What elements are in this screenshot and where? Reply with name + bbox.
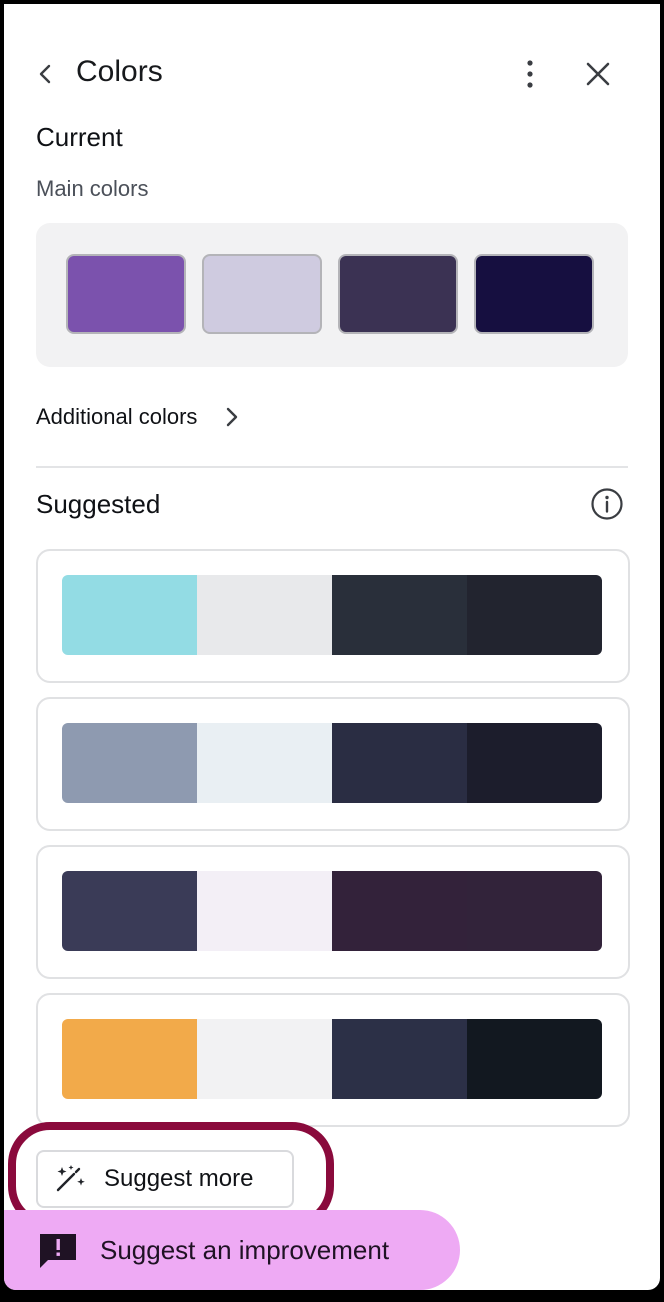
additional-colors-label: Additional colors (36, 404, 198, 429)
suggest-improvement-button[interactable]: Suggest an improvement (4, 1210, 460, 1290)
main-color-swatch-2[interactable] (202, 254, 322, 334)
info-icon (591, 488, 623, 520)
chevron-right-icon (227, 407, 238, 427)
main-colors-label: Main colors (36, 176, 149, 201)
suggested-palette-4 (62, 1019, 602, 1099)
palette-color (332, 575, 467, 655)
suggested-palette-card-3[interactable] (36, 845, 630, 979)
palette-color (197, 1019, 332, 1099)
main-color-swatch-4[interactable] (474, 254, 594, 334)
suggest-improvement-label: Suggest an improvement (100, 1234, 390, 1265)
palette-color (62, 871, 197, 951)
back-button[interactable] (28, 54, 62, 94)
additional-colors-link[interactable]: Additional colors (36, 400, 239, 434)
chevron-left-icon (39, 64, 51, 84)
page-title: Colors (76, 55, 163, 88)
palette-color (332, 871, 467, 951)
suggested-palette-1 (62, 575, 602, 655)
suggested-palette-card-4[interactable] (36, 993, 630, 1127)
suggested-palette-3 (62, 871, 602, 951)
feedback-icon (40, 1234, 76, 1268)
main-color-swatch-1[interactable] (66, 254, 186, 334)
palette-color (62, 1019, 197, 1099)
palette-color (197, 723, 332, 803)
suggested-palette-card-1[interactable] (36, 549, 630, 683)
current-heading: Current (36, 122, 123, 152)
palette-color (467, 575, 602, 655)
palette-color (467, 723, 602, 803)
magic-wand-icon (56, 1165, 85, 1192)
more-vertical-icon (527, 60, 533, 88)
palette-color (467, 871, 602, 951)
palette-color (197, 575, 332, 655)
more-options-button[interactable] (510, 52, 550, 96)
palette-color (332, 1019, 467, 1099)
main-colors-group (36, 223, 628, 367)
suggested-heading: Suggested (36, 489, 161, 519)
palette-color (332, 723, 467, 803)
close-icon (586, 62, 610, 86)
close-button[interactable] (576, 52, 620, 96)
main-color-swatch-3[interactable] (338, 254, 458, 334)
palette-color (467, 1019, 602, 1099)
palette-color (62, 575, 197, 655)
suggest-more-label: Suggest more (104, 1165, 254, 1192)
palette-color (62, 723, 197, 803)
palette-color (197, 871, 332, 951)
suggested-palette-2 (62, 723, 602, 803)
info-button[interactable] (589, 486, 625, 522)
suggested-palette-card-2[interactable] (36, 697, 630, 831)
suggest-more-button[interactable]: Suggest more (36, 1150, 294, 1208)
section-divider (36, 466, 628, 468)
colors-panel: Colors Current Main colors Additional co… (4, 4, 660, 1290)
